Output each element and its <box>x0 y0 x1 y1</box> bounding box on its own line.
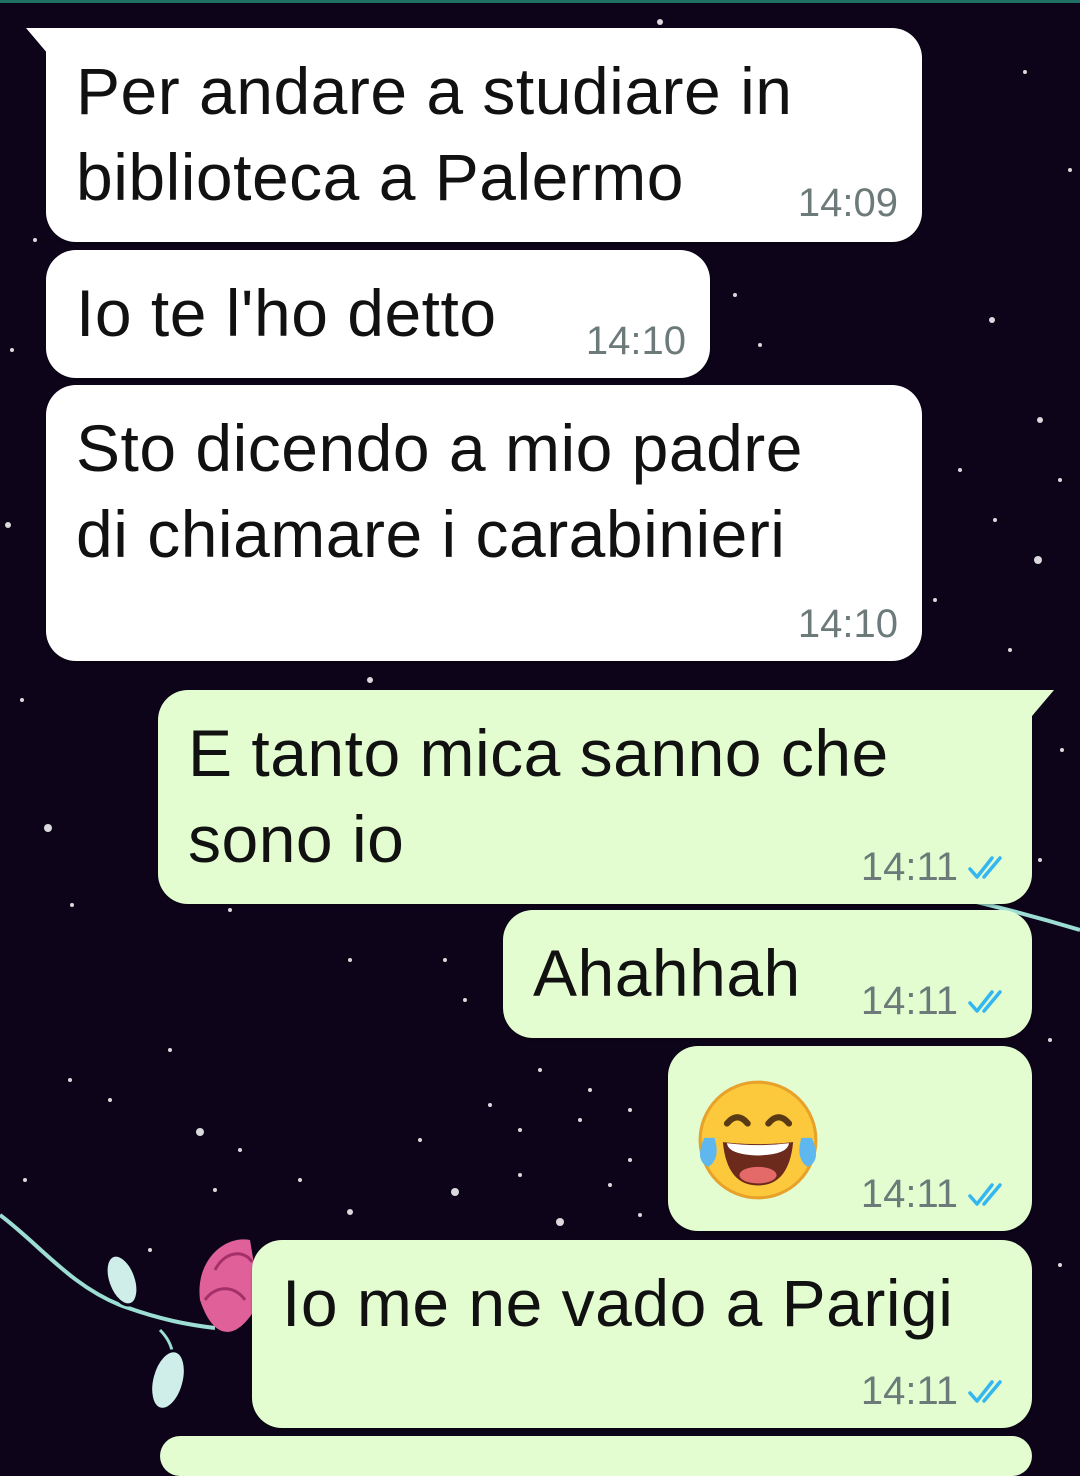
message-meta: 14:09 <box>798 181 898 226</box>
message-bubble-outgoing-partial[interactable] <box>160 1436 1032 1476</box>
message-text-line: E tanto mica sanno che <box>188 716 889 790</box>
bubble-tail <box>1032 690 1054 716</box>
message-bubble-incoming[interactable]: Sto dicendo a mio padre di chiamare i ca… <box>46 385 922 661</box>
face-with-tears-of-joy-icon <box>698 1080 818 1200</box>
message-meta: 14:10 <box>798 602 898 647</box>
message-bubble-outgoing[interactable]: 14:11 <box>668 1046 1032 1231</box>
bubble-tail <box>26 28 48 54</box>
message-time: 14:11 <box>860 1369 958 1413</box>
message-bubble-outgoing[interactable]: E tanto mica sanno che sono io 14:11 <box>158 690 1054 904</box>
message-time: 14:10 <box>585 319 686 363</box>
message-bubble-incoming[interactable]: Per andare a studiare in biblioteca a Pa… <box>26 28 922 242</box>
double-check-icon <box>968 855 1002 879</box>
message-meta: 14:10 <box>586 319 686 364</box>
double-check-icon <box>968 1182 1002 1206</box>
double-check-icon <box>968 1379 1002 1403</box>
message-text-line: Sto dicendo a mio padre <box>76 411 803 485</box>
message-bubble-outgoing[interactable]: Ahahhah 14:11 <box>503 910 1032 1038</box>
message-time: 14:09 <box>797 181 898 225</box>
message-meta: 14:11 <box>861 845 1010 890</box>
message-time: 14:11 <box>860 1172 958 1216</box>
message-text-line: di chiamare i carabinieri <box>76 497 786 571</box>
message-text-line: sono io <box>188 802 405 876</box>
message-text-line: Io te l'ho detto <box>76 276 497 350</box>
message-meta: 14:11 <box>861 979 1010 1024</box>
message-meta: 14:11 <box>861 1172 1010 1217</box>
message-text-line: Per andare a studiare in <box>76 54 793 128</box>
message-text-line: Ahahhah <box>533 936 801 1010</box>
message-meta: 14:11 <box>861 1369 1010 1414</box>
message-text-line: Io me ne vado a Parigi <box>282 1266 954 1340</box>
message-time: 14:11 <box>860 979 958 1023</box>
double-check-icon <box>968 989 1002 1013</box>
message-bubble-incoming[interactable]: Io te l'ho detto 14:10 <box>46 250 710 378</box>
message-time: 14:10 <box>797 602 898 646</box>
message-text-line: biblioteca a Palermo <box>76 140 684 214</box>
message-bubble-outgoing[interactable]: Io me ne vado a Parigi 14:11 <box>252 1240 1032 1428</box>
message-time: 14:11 <box>860 845 958 889</box>
